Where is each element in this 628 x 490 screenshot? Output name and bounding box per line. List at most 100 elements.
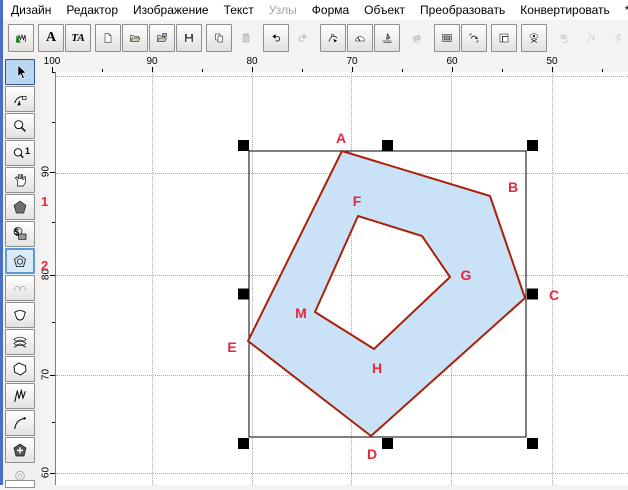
- menu-item[interactable]: Форма: [312, 3, 349, 17]
- contour-button[interactable]: [5, 248, 35, 274]
- gridline-vertical: [252, 72, 253, 485]
- arc-curve-icon: [14, 417, 26, 430]
- gridline-vertical: [451, 72, 452, 485]
- hand-icon: [14, 174, 26, 187]
- frame-image-icon: [442, 33, 452, 42]
- menu-item[interactable]: Узлы: [269, 3, 297, 17]
- rotate-arrows-icon: [469, 33, 479, 42]
- gridline-vertical: [152, 72, 153, 485]
- zoom-100-label: 1: [24, 146, 30, 156]
- hruler-label: 60: [446, 56, 458, 67]
- paste-icon: [242, 32, 250, 42]
- text-tool-button[interactable]: A: [38, 23, 64, 52]
- ruler-marker-1: 1: [41, 194, 49, 209]
- menu-item[interactable]: Объект: [364, 3, 405, 17]
- blend-curves-icon: [13, 285, 27, 291]
- design-logo-icon: [16, 33, 26, 43]
- text-art-button[interactable]: ТА: [65, 23, 91, 52]
- import-image-button[interactable]: [149, 23, 175, 52]
- hruler-label: 100: [43, 56, 61, 67]
- page-setup-button[interactable]: [491, 23, 517, 52]
- menu-item[interactable]: Преобразовать: [420, 3, 505, 17]
- copy-button[interactable]: [206, 23, 232, 52]
- menu-item[interactable]: Изображение: [133, 3, 209, 17]
- save-file-button[interactable]: [176, 23, 202, 52]
- vruler-minor-tick: [52, 422, 55, 423]
- drawing-canvas[interactable]: [56, 72, 628, 485]
- fill-ink-button[interactable]: [374, 23, 400, 52]
- gridline-vertical: [552, 72, 553, 485]
- vruler-minor-tick: [52, 122, 55, 123]
- pentagon-dark-icon: [13, 200, 27, 214]
- menu-item[interactable]: Конвертировать: [520, 3, 610, 17]
- hruler-label: 80: [246, 56, 258, 67]
- ribbon-stack-icon: [13, 337, 27, 348]
- gridline-vertical: [351, 72, 352, 485]
- envelope-warp-icon: [14, 310, 26, 321]
- blend-button[interactable]: [5, 275, 35, 301]
- bezier-arrow-icon: [328, 33, 338, 42]
- ruler-marker-2: 2: [41, 258, 49, 273]
- open-file-button[interactable]: [122, 23, 148, 52]
- menu-item[interactable]: Редактор: [66, 3, 118, 17]
- main-toolbar: A ТА: [3, 20, 628, 55]
- shape-edit-curve-button[interactable]: [320, 23, 346, 52]
- save-floppy-icon: [185, 33, 193, 42]
- gauge-icon: [355, 35, 365, 41]
- undo-button[interactable]: [263, 23, 289, 52]
- horizontal-ruler[interactable]: 100 90 80 70 60 50: [40, 55, 628, 73]
- menu-item[interactable]: Текст: [224, 3, 254, 17]
- clipart-button[interactable]: $: [5, 221, 35, 247]
- paste-button[interactable]: [233, 24, 259, 52]
- frame-image-button[interactable]: [434, 23, 460, 52]
- blend-stack-button[interactable]: [5, 329, 35, 355]
- select-arrow-icon: [17, 64, 27, 80]
- polygon-outline-icon: [13, 362, 27, 376]
- menu-item[interactable]: Дизайн: [11, 3, 51, 17]
- footprint-down-icon: [588, 33, 596, 42]
- vruler-major-tick: [50, 172, 55, 173]
- design-logo-button[interactable]: [8, 23, 34, 52]
- preview-clip-button[interactable]: [521, 23, 547, 52]
- page-corner-icon: [499, 33, 509, 42]
- pan-button[interactable]: [5, 167, 35, 193]
- pentagon-shape-button[interactable]: [5, 194, 35, 220]
- eraser-button[interactable]: [404, 24, 430, 52]
- import-image-icon: [157, 32, 167, 42]
- envelope-button[interactable]: [5, 302, 35, 328]
- zoom-button[interactable]: [5, 113, 35, 139]
- gauge-button[interactable]: [347, 23, 373, 52]
- open-folder-icon: [130, 34, 141, 42]
- eye-wand-icon: [559, 34, 568, 43]
- rotate-bitmap-button[interactable]: [461, 23, 487, 52]
- vertical-ruler[interactable]: 90 80 70 60 1 2: [40, 72, 56, 485]
- export-object-button[interactable]: [578, 24, 604, 52]
- contour-pentagon-circle-icon: [13, 254, 27, 267]
- magnifier-icon: [14, 120, 26, 132]
- new-doc-button[interactable]: [95, 23, 121, 52]
- gridline-horizontal: [56, 173, 628, 174]
- zoom-100-button[interactable]: 1: [5, 140, 35, 166]
- gridline-horizontal: [56, 275, 628, 276]
- node-edit-icon: [14, 96, 27, 106]
- polygon-outline-button[interactable]: [5, 356, 35, 382]
- eraser-icon: [412, 34, 421, 42]
- vruler-major-tick: [50, 375, 55, 376]
- copy-icon: [215, 33, 223, 42]
- gridline-horizontal: [56, 76, 628, 77]
- vruler-minor-tick: [52, 72, 55, 73]
- zigzag-button[interactable]: [5, 383, 35, 409]
- partial-tool-button[interactable]: [5, 480, 35, 488]
- tree-icon: [614, 33, 622, 42]
- select-button[interactable]: [5, 59, 35, 85]
- gridline-horizontal: [56, 375, 628, 376]
- undo-icon: [272, 33, 281, 41]
- show-hidden-button[interactable]: [551, 24, 577, 52]
- node-edit-button[interactable]: [5, 86, 35, 112]
- redo-button[interactable]: [290, 24, 316, 52]
- text-tool-icon: A: [45, 29, 57, 45]
- object-tree-button[interactable]: [605, 24, 628, 52]
- fill-ink-icon: [382, 32, 392, 43]
- weld-button[interactable]: [5, 437, 35, 463]
- arc-button[interactable]: [5, 410, 35, 436]
